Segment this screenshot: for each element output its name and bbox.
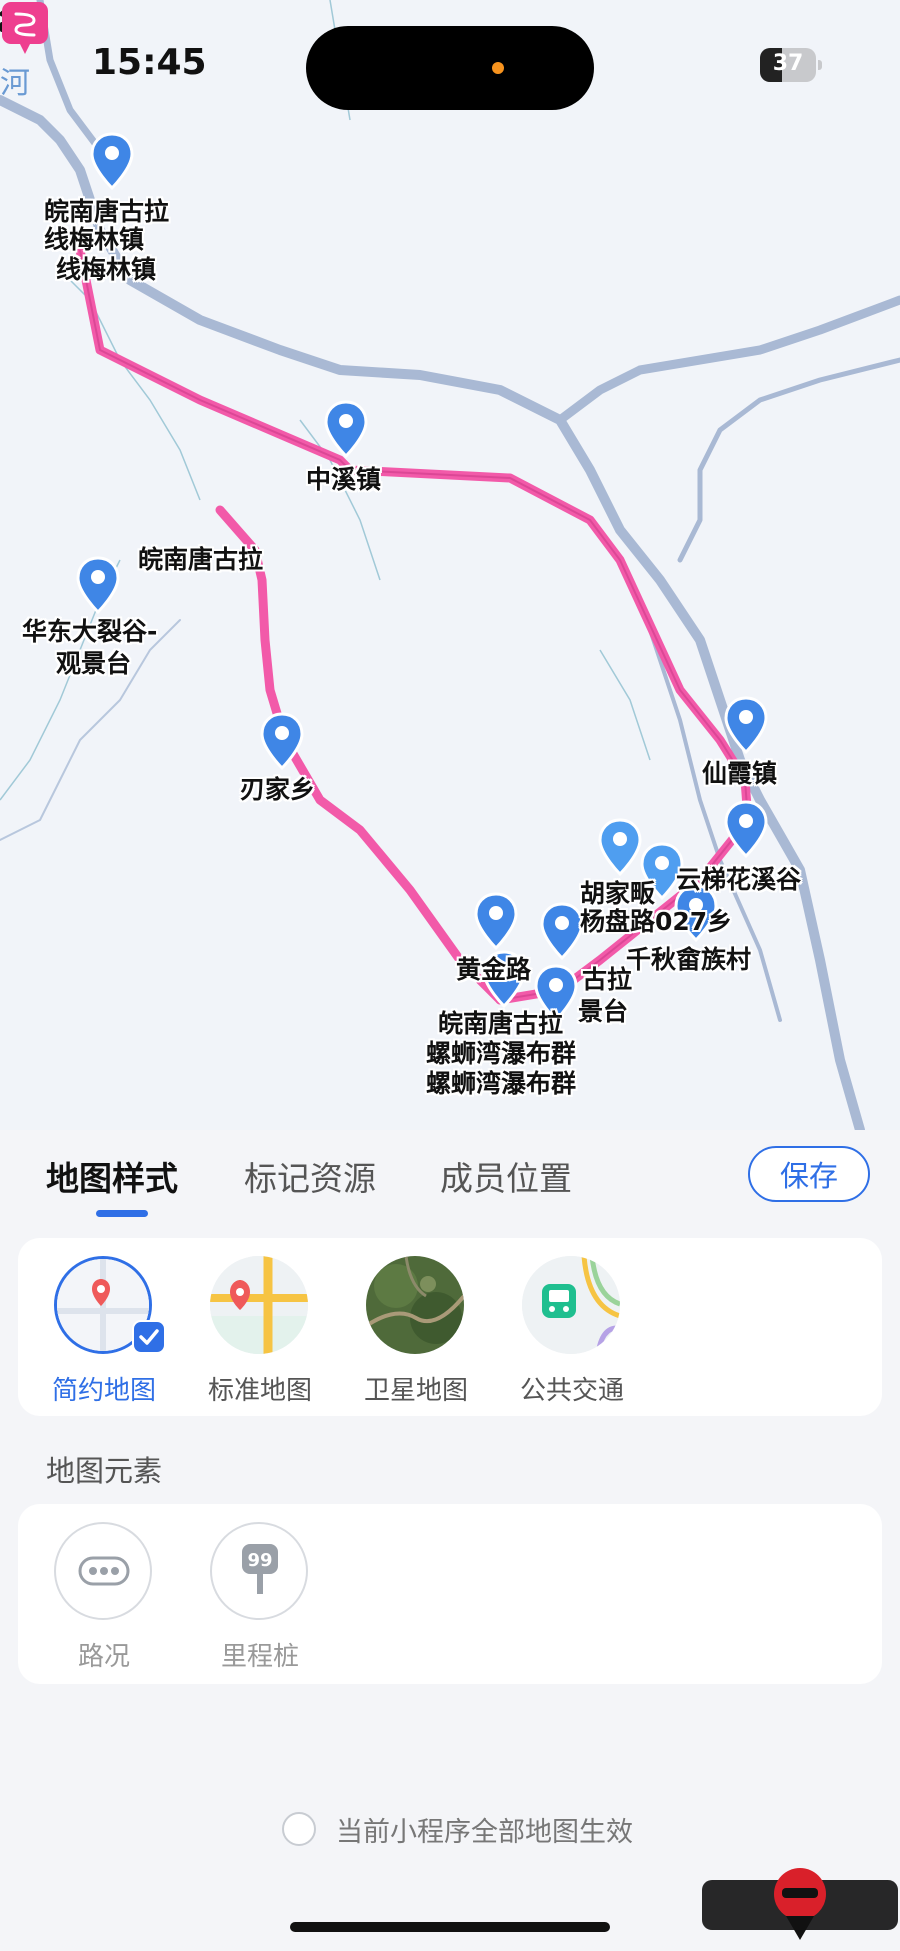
save-button[interactable]: 保存 [748,1146,870,1202]
place-label-jingtai: 景台 [578,997,629,1026]
place-label-yangpan: 杨盘路027乡 [580,907,733,936]
route-start-icon[interactable] [0,0,50,56]
map-canvas [0,0,900,1130]
place-label-luoshi: 皖南唐古拉 [438,1009,564,1038]
map-style-label: 标准地图 [207,1376,312,1406]
satellite-map-icon [366,1256,464,1354]
place-label-meilin: 皖南唐古拉 [44,197,170,226]
map-style-label: 公共交通 [519,1376,624,1406]
place-label-qianqiu: 千秋畲族村 [626,945,752,974]
place-label-luoshi: 螺蛳湾瀑布群 [426,1069,577,1098]
place-label-dalie: 华东大裂谷- [22,617,158,646]
dynamic-island [306,26,594,110]
place-label-meilin: 线梅林镇 [56,255,157,284]
map-pin-icon[interactable] [540,902,584,960]
status-time: 15:45 [92,42,207,83]
map-style-label: 卫星地图 [363,1376,468,1406]
place-label-zhongxi: 中溪镇 [306,465,382,494]
apply-all-checkbox[interactable] [282,1812,316,1846]
tab-marker-resources[interactable]: 标记资源 [244,1152,376,1200]
map-pin-icon[interactable] [724,800,768,858]
site-watermark-logo [702,1868,898,1940]
transit-map-icon [522,1256,620,1354]
map-view[interactable]: 15:45 37 河 皖南唐古拉 线梅林镇 线梅林镇 中溪镇 皖南唐古拉 华东大… [0,0,900,1130]
place-label-route-start: 皖南唐古拉 [138,545,264,574]
map-pin-icon[interactable] [260,712,304,770]
status-bar: 15:45 37 [0,0,900,130]
tab-map-style[interactable]: 地图样式 [46,1152,178,1200]
standard-map-icon [210,1256,308,1354]
map-pin-icon[interactable] [474,892,518,950]
place-label-dalie: 观景台 [56,649,132,678]
place-label-hujia: 胡家畈 [580,879,656,908]
home-indicator [290,1922,610,1932]
rivers [0,0,900,1130]
map-elements-title: 地图元素 [46,1454,163,1488]
tab-member-location[interactable]: 成员位置 [440,1152,572,1200]
battery-icon: 37 [760,48,822,82]
river-label: 河 [0,66,30,101]
map-pin-icon[interactable] [90,132,134,190]
map-pin-icon[interactable] [76,556,120,614]
traffic-icon [54,1522,152,1620]
place-label-gula: 古拉 [582,965,633,994]
map-elements-card: 路况 99 里程桩 [18,1504,882,1684]
place-label-huangjin: 黄金路 [456,955,532,984]
check-icon [132,1320,166,1354]
element-label: 里程桩 [220,1642,299,1672]
map-style-card: 简约地图 标准地图 卫星地图 公共交通 [18,1238,882,1416]
map-pin-icon[interactable] [724,696,768,754]
place-label-xianxia: 仙霞镇 [702,759,778,788]
place-label-renjia: 刃家乡 [240,775,316,804]
map-pin-icon[interactable] [598,818,642,876]
place-label-yunti: 云梯花溪谷 [676,865,802,894]
place-label-luoshi: 螺蛳湾瀑布群 [426,1039,577,1068]
place-label-meilin: 线梅林镇 [44,225,145,254]
map-pin-icon[interactable] [324,400,368,458]
svg-text:99: 99 [247,1550,272,1571]
milestone-icon: 99 [210,1522,308,1620]
map-style-label: 简约地图 [51,1376,156,1406]
battery-level: 37 [772,51,804,76]
apply-all-label: 当前小程序全部地图生效 [336,1817,633,1848]
element-label: 路况 [77,1642,130,1672]
active-tab-indicator [96,1210,148,1217]
